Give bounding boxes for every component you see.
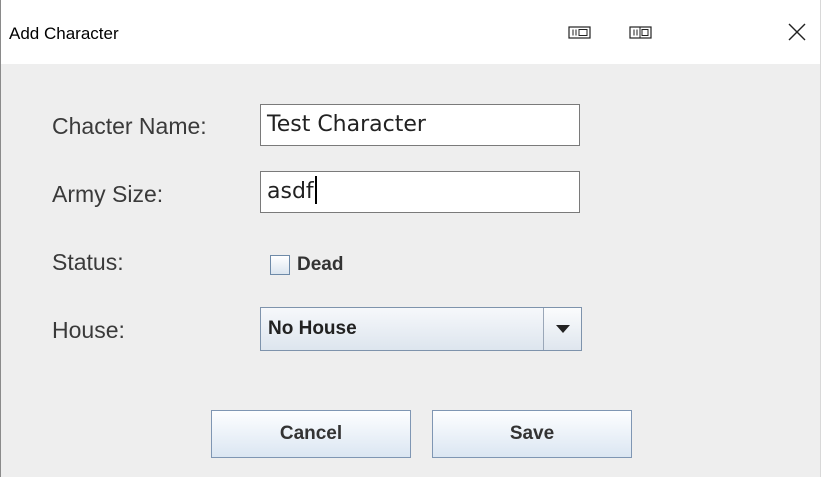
add-character-dialog: Add Character Chacter Name: Test Charact… bbox=[0, 0, 821, 477]
army-size-value: asdf bbox=[267, 179, 314, 204]
house-dropdown-value: No House bbox=[268, 318, 357, 339]
army-size-field[interactable]: asdf bbox=[260, 171, 580, 213]
status-label: Status: bbox=[52, 249, 124, 275]
maximize-icon[interactable] bbox=[628, 24, 654, 42]
cancel-button[interactable]: Cancel bbox=[211, 410, 411, 458]
character-name-value: Test Character bbox=[267, 112, 426, 137]
title-bar[interactable]: Add Character bbox=[1, 0, 820, 64]
close-icon[interactable] bbox=[774, 12, 820, 52]
save-button[interactable]: Save bbox=[432, 410, 632, 458]
window-title: Add Character bbox=[9, 24, 119, 43]
character-name-label: Chacter Name: bbox=[52, 113, 207, 139]
house-dropdown[interactable]: No House bbox=[260, 307, 582, 351]
dead-checkbox[interactable] bbox=[270, 255, 290, 275]
minimize-icon[interactable] bbox=[567, 24, 593, 42]
chevron-down-icon[interactable] bbox=[543, 308, 581, 350]
army-size-label: Army Size: bbox=[52, 181, 164, 207]
house-label: House: bbox=[52, 317, 125, 343]
text-caret bbox=[314, 176, 317, 204]
dead-checkbox-label[interactable]: Dead bbox=[297, 254, 343, 276]
dialog-content: Chacter Name: Test Character Army Size: … bbox=[1, 64, 820, 477]
dead-checkbox-row[interactable]: Dead bbox=[270, 252, 343, 278]
character-name-field[interactable]: Test Character bbox=[260, 104, 580, 146]
